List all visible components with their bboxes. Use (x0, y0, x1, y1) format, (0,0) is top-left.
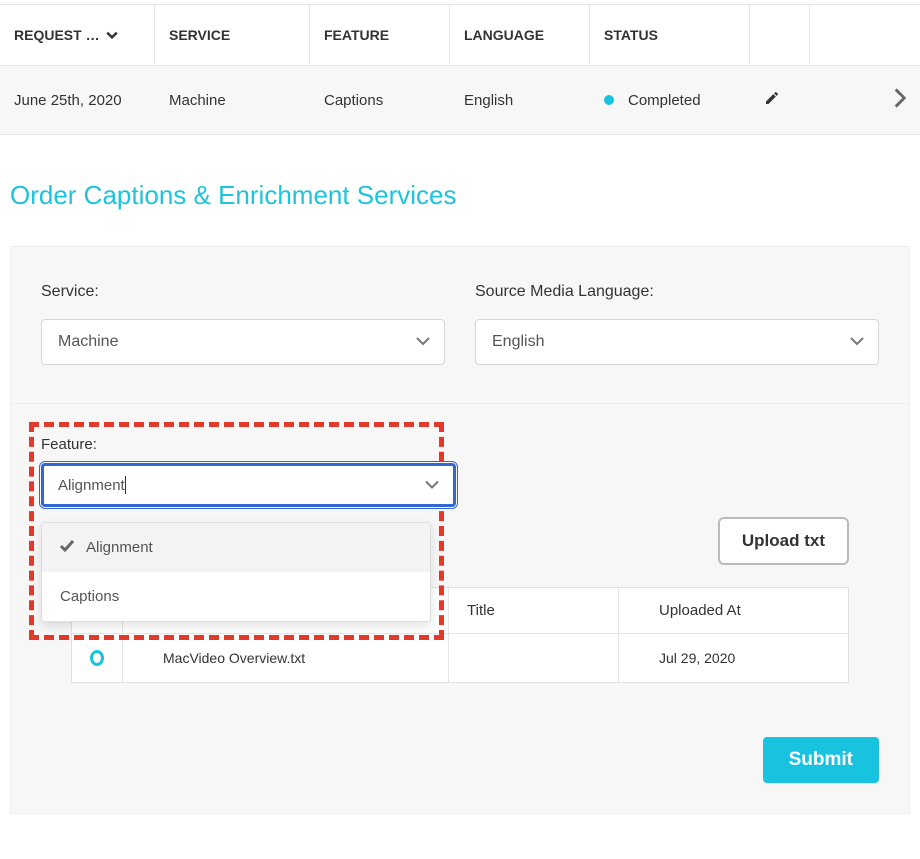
cell-status-text: Completed (628, 92, 701, 109)
feature-select[interactable]: Alignment (41, 463, 456, 507)
chevron-down-icon (425, 477, 439, 494)
upload-txt-button[interactable]: Upload txt (718, 517, 849, 565)
status-dot-icon (604, 95, 614, 105)
order-panel: Service: Machine Source Media Language: … (10, 246, 910, 814)
column-status[interactable]: STATUS (590, 5, 750, 65)
requests-table-header: REQUEST … SERVICE FEATURE LANGUAGE STATU… (0, 5, 920, 66)
column-service[interactable]: SERVICE (155, 5, 310, 65)
service-label: Service: (41, 283, 445, 301)
request-row[interactable]: June 25th, 2020 Machine Captions English… (0, 66, 920, 135)
language-select-value: English (492, 333, 544, 351)
cell-feature: Captions (310, 66, 450, 134)
sort-icon (106, 28, 118, 42)
file-col-title: Title (448, 588, 618, 633)
service-select-value: Machine (58, 333, 118, 351)
cell-language: English (450, 66, 590, 134)
feature-label: Feature: (41, 436, 456, 453)
column-language[interactable]: LANGUAGE (450, 5, 590, 65)
file-row-uploaded: Jul 29, 2020 (618, 634, 848, 682)
feature-wrap: Feature: Alignment Alignment Captions (41, 436, 456, 507)
check-icon (60, 539, 74, 556)
feature-select-value: Alignment (58, 477, 125, 494)
top-fields-row: Service: Machine Source Media Language: … (11, 247, 909, 385)
cell-service: Machine (155, 66, 310, 134)
cell-request-date: June 25th, 2020 (0, 66, 155, 134)
column-request[interactable]: REQUEST … (0, 5, 155, 65)
chevron-down-icon (416, 333, 430, 351)
section-title: Order Captions & Enrichment Services (10, 180, 920, 211)
chevron-right-icon (894, 88, 906, 112)
text-caret (125, 476, 126, 494)
submit-row: Submit (11, 703, 909, 793)
service-field: Service: Machine (41, 283, 445, 365)
file-row-name: MacVideo Overview.txt (122, 634, 448, 682)
feature-area: Feature: Alignment Alignment Captions (11, 403, 909, 703)
radio-icon (90, 650, 104, 666)
language-label: Source Media Language: (475, 283, 879, 301)
service-select[interactable]: Machine (41, 319, 445, 365)
column-actions-spacer (750, 5, 810, 65)
edit-icon (764, 90, 780, 110)
file-col-uploaded: Uploaded At (618, 588, 848, 633)
feature-option-alignment[interactable]: Alignment (42, 523, 430, 572)
language-select[interactable]: English (475, 319, 879, 365)
feature-option-label: Alignment (86, 539, 153, 556)
feature-option-label: Captions (60, 588, 119, 605)
feature-dropdown: Alignment Captions (41, 522, 431, 622)
file-row[interactable]: MacVideo Overview.txt Jul 29, 2020 (72, 633, 848, 682)
column-expand-spacer (810, 5, 920, 65)
feature-option-captions[interactable]: Captions (42, 572, 430, 621)
language-field: Source Media Language: English (475, 283, 879, 365)
cell-status: Completed (590, 66, 750, 134)
column-feature[interactable]: FEATURE (310, 5, 450, 65)
file-row-title (448, 634, 618, 682)
chevron-down-icon (850, 333, 864, 351)
file-row-select[interactable] (72, 634, 122, 682)
submit-button[interactable]: Submit (763, 737, 879, 783)
expand-cell[interactable] (810, 66, 920, 134)
column-request-label: REQUEST … (14, 27, 100, 43)
edit-cell[interactable] (750, 66, 810, 134)
requests-table: REQUEST … SERVICE FEATURE LANGUAGE STATU… (0, 4, 920, 135)
